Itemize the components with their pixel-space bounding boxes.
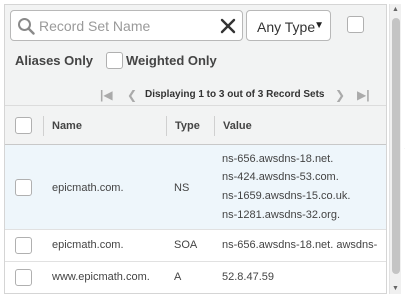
record-name: epicmath.com.: [52, 182, 124, 194]
previous-page-icon[interactable]: ❮: [127, 88, 137, 102]
record-type: SOA: [174, 239, 198, 251]
record-value-line: ns-656.awsdns-18.net. awsdns-: [222, 239, 378, 251]
pagination-status: Displaying 1 to 3 out of 3 Record Sets: [145, 89, 325, 100]
table-header: Name Type Value: [5, 105, 386, 145]
first-page-icon[interactable]: |◀: [100, 88, 113, 102]
row-checkbox[interactable]: [15, 237, 32, 254]
last-page-icon[interactable]: ▶|: [357, 88, 370, 102]
record-name: www.epicmath.com.: [52, 271, 150, 283]
search-icon: [18, 18, 35, 35]
record-type-select-value: Any Type: [257, 19, 316, 35]
search-placeholder: Record Set Name: [39, 18, 151, 34]
table-row[interactable]: epicmath.com. NS ns-656.awsdns-18.net. n…: [5, 145, 386, 230]
vertical-scrollbar[interactable]: ▲ ▼: [389, 4, 401, 294]
record-set-search-field[interactable]: Record Set Name: [10, 10, 243, 41]
select-all-checkbox[interactable]: [15, 117, 32, 134]
record-value-line: ns-1659.awsdns-15.co.uk.: [222, 190, 351, 202]
pagination-bar: |◀ ❮ Displaying 1 to 3 out of 3 Record S…: [5, 85, 386, 105]
column-header-type[interactable]: Type: [175, 120, 200, 132]
record-name: epicmath.com.: [52, 239, 124, 251]
filter-extra-checkbox[interactable]: [347, 16, 364, 33]
table-row[interactable]: www.epicmath.com. A 52.8.47.59: [5, 262, 386, 293]
scroll-down-icon[interactable]: ▼: [392, 285, 399, 292]
column-header-value[interactable]: Value: [223, 120, 252, 132]
column-divider: [214, 116, 215, 136]
aliases-only-label: Aliases Only: [15, 53, 94, 68]
column-divider: [166, 116, 167, 136]
record-type: A: [174, 271, 182, 283]
record-value-line: ns-1281.awsdns-32.org.: [222, 209, 341, 221]
table-row[interactable]: epicmath.com. SOA ns-656.awsdns-18.net. …: [5, 230, 386, 262]
weighted-only-checkbox[interactable]: [106, 52, 123, 69]
clear-icon[interactable]: [219, 17, 237, 35]
record-value-line: ns-424.awsdns-53.com.: [222, 171, 339, 183]
row-checkbox[interactable]: [15, 269, 32, 286]
column-divider: [43, 116, 44, 136]
scrollbar-thumb[interactable]: [392, 18, 400, 274]
row-checkbox[interactable]: [15, 179, 32, 196]
record-value-line: ns-656.awsdns-18.net.: [222, 153, 334, 165]
record-value-line: 52.8.47.59: [222, 271, 274, 283]
scroll-up-icon[interactable]: ▲: [392, 6, 399, 13]
record-type: NS: [174, 182, 190, 194]
record-sets-panel: Record Set Name Any Type ▼ Aliases Only …: [4, 4, 387, 294]
column-header-name[interactable]: Name: [52, 120, 82, 132]
dropdown-caret-icon: ▼: [314, 20, 324, 31]
weighted-only-label: Weighted Only: [126, 53, 217, 68]
next-page-icon[interactable]: ❯: [335, 88, 345, 102]
record-type-select[interactable]: Any Type ▼: [246, 10, 331, 41]
